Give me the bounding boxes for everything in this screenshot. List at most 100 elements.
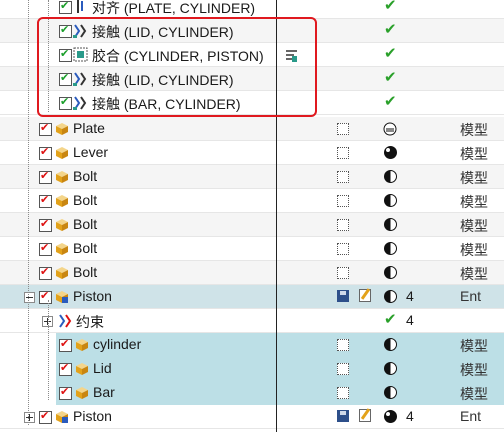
row-label: Plate (73, 120, 105, 136)
type-cell: 模型 (460, 170, 488, 186)
status-check-icon: ✔ (384, 0, 397, 14)
type-cell: 模型 (460, 386, 488, 402)
align-constraint-icon (75, 0, 85, 13)
status-check-icon: ✔ (384, 310, 397, 328)
row-label: Bolt (73, 264, 98, 280)
tree-row-assembly[interactable]: Piston 4 Ent (0, 285, 504, 309)
row-label: Bolt (73, 192, 98, 208)
option-checkbox[interactable] (337, 123, 349, 135)
row-label: Piston (73, 288, 112, 304)
tree-row-part[interactable]: cylinder 模型 (0, 333, 504, 357)
status-check-icon: ✔ (384, 92, 397, 110)
visibility-checkbox[interactable] (59, 361, 72, 376)
row-label: 约束 (76, 314, 104, 330)
row-label: Lid (93, 360, 112, 376)
tree-row-part[interactable]: Lid 模型 (0, 357, 504, 381)
visibility-checkbox[interactable] (59, 0, 72, 14)
option-checkbox[interactable] (337, 171, 349, 183)
tree-connector (48, 300, 49, 400)
dof-state-icon (384, 194, 397, 207)
dof-state-icon (384, 362, 397, 375)
type-cell: 模型 (460, 362, 488, 378)
option-checkbox[interactable] (337, 147, 349, 159)
part-cube-icon (56, 123, 68, 135)
dof-state-icon (384, 146, 397, 159)
option-checkbox[interactable] (337, 387, 349, 399)
part-cube-icon (56, 195, 68, 207)
row-label: Bolt (73, 216, 98, 232)
constraints-folder-icon (59, 314, 72, 328)
row-label: Lever (73, 144, 109, 160)
type-cell: 模型 (460, 242, 488, 258)
status-check-icon: ✔ (384, 44, 397, 62)
tree-row-part[interactable]: Bolt 模型 (0, 213, 504, 237)
visibility-checkbox[interactable] (39, 289, 52, 304)
type-cell: 模型 (460, 122, 488, 138)
tree-row-part[interactable]: Bolt 模型 (0, 261, 504, 285)
tree-row-constraints-folder[interactable]: 约束 ✔ 4 (0, 309, 504, 333)
tree-row-part[interactable]: Plate 模型 (0, 117, 504, 141)
row-label: cylinder (93, 336, 142, 352)
visibility-checkbox[interactable] (59, 337, 72, 352)
assembly-icon (56, 291, 68, 303)
type-cell: 模型 (460, 146, 488, 162)
option-checkbox[interactable] (337, 339, 349, 351)
count-cell: 4 (406, 312, 414, 328)
expand-toggle-icon[interactable] (24, 412, 35, 423)
tree-row-part[interactable]: Lever 模型 (0, 141, 504, 165)
part-cube-icon (76, 363, 88, 375)
highlight-annotation-box (37, 17, 317, 117)
visibility-checkbox[interactable] (39, 145, 52, 160)
type-cell: 模型 (460, 218, 488, 234)
dof-state-icon (384, 170, 397, 183)
grounded-state-icon (383, 122, 397, 136)
visibility-checkbox[interactable] (39, 121, 52, 136)
dof-state-icon (384, 290, 397, 303)
visibility-checkbox[interactable] (39, 217, 52, 232)
dof-state-icon (384, 386, 397, 399)
part-cube-icon (56, 243, 68, 255)
part-cube-icon (76, 387, 88, 399)
row-label: Bolt (73, 168, 98, 184)
type-cell: 模型 (460, 194, 488, 210)
part-cube-icon (56, 267, 68, 279)
count-cell: 4 (406, 288, 414, 304)
dof-state-icon (384, 410, 397, 423)
row-label: Bolt (73, 240, 98, 256)
status-check-icon: ✔ (384, 20, 397, 38)
tree-row-part[interactable]: Bar 模型 (0, 381, 504, 405)
dof-state-icon (384, 218, 397, 231)
tree-row-part[interactable]: Bolt 模型 (0, 165, 504, 189)
type-cell: Ent (460, 288, 482, 304)
option-checkbox[interactable] (337, 243, 349, 255)
edit-icon[interactable] (359, 289, 371, 302)
option-checkbox[interactable] (337, 267, 349, 279)
status-check-icon: ✔ (384, 68, 397, 86)
visibility-checkbox[interactable] (39, 241, 52, 256)
option-checkbox[interactable] (337, 363, 349, 375)
count-cell: 4 (406, 408, 414, 424)
tree-row-part[interactable]: Bolt 模型 (0, 189, 504, 213)
row-label: Piston (73, 408, 112, 424)
type-cell: 模型 (460, 266, 488, 282)
assembly-icon (56, 411, 68, 423)
dof-state-icon (384, 242, 397, 255)
part-cube-icon (56, 219, 68, 231)
option-checkbox[interactable] (337, 195, 349, 207)
tree-row-assembly[interactable]: Piston 4 Ent (0, 405, 504, 429)
option-checkbox[interactable] (337, 219, 349, 231)
type-cell: 模型 (460, 338, 488, 354)
collapse-toggle-icon[interactable] (24, 292, 35, 303)
visibility-checkbox[interactable] (39, 409, 52, 424)
visibility-checkbox[interactable] (39, 265, 52, 280)
visibility-checkbox[interactable] (59, 385, 72, 400)
edit-icon[interactable] (359, 409, 371, 422)
visibility-checkbox[interactable] (39, 193, 52, 208)
visibility-checkbox[interactable] (39, 169, 52, 184)
row-label: Bar (93, 384, 115, 400)
part-cube-icon (76, 339, 88, 351)
tree-row-part[interactable]: Bolt 模型 (0, 237, 504, 261)
save-icon[interactable] (337, 410, 349, 422)
save-icon[interactable] (337, 290, 349, 302)
part-cube-icon (56, 171, 68, 183)
